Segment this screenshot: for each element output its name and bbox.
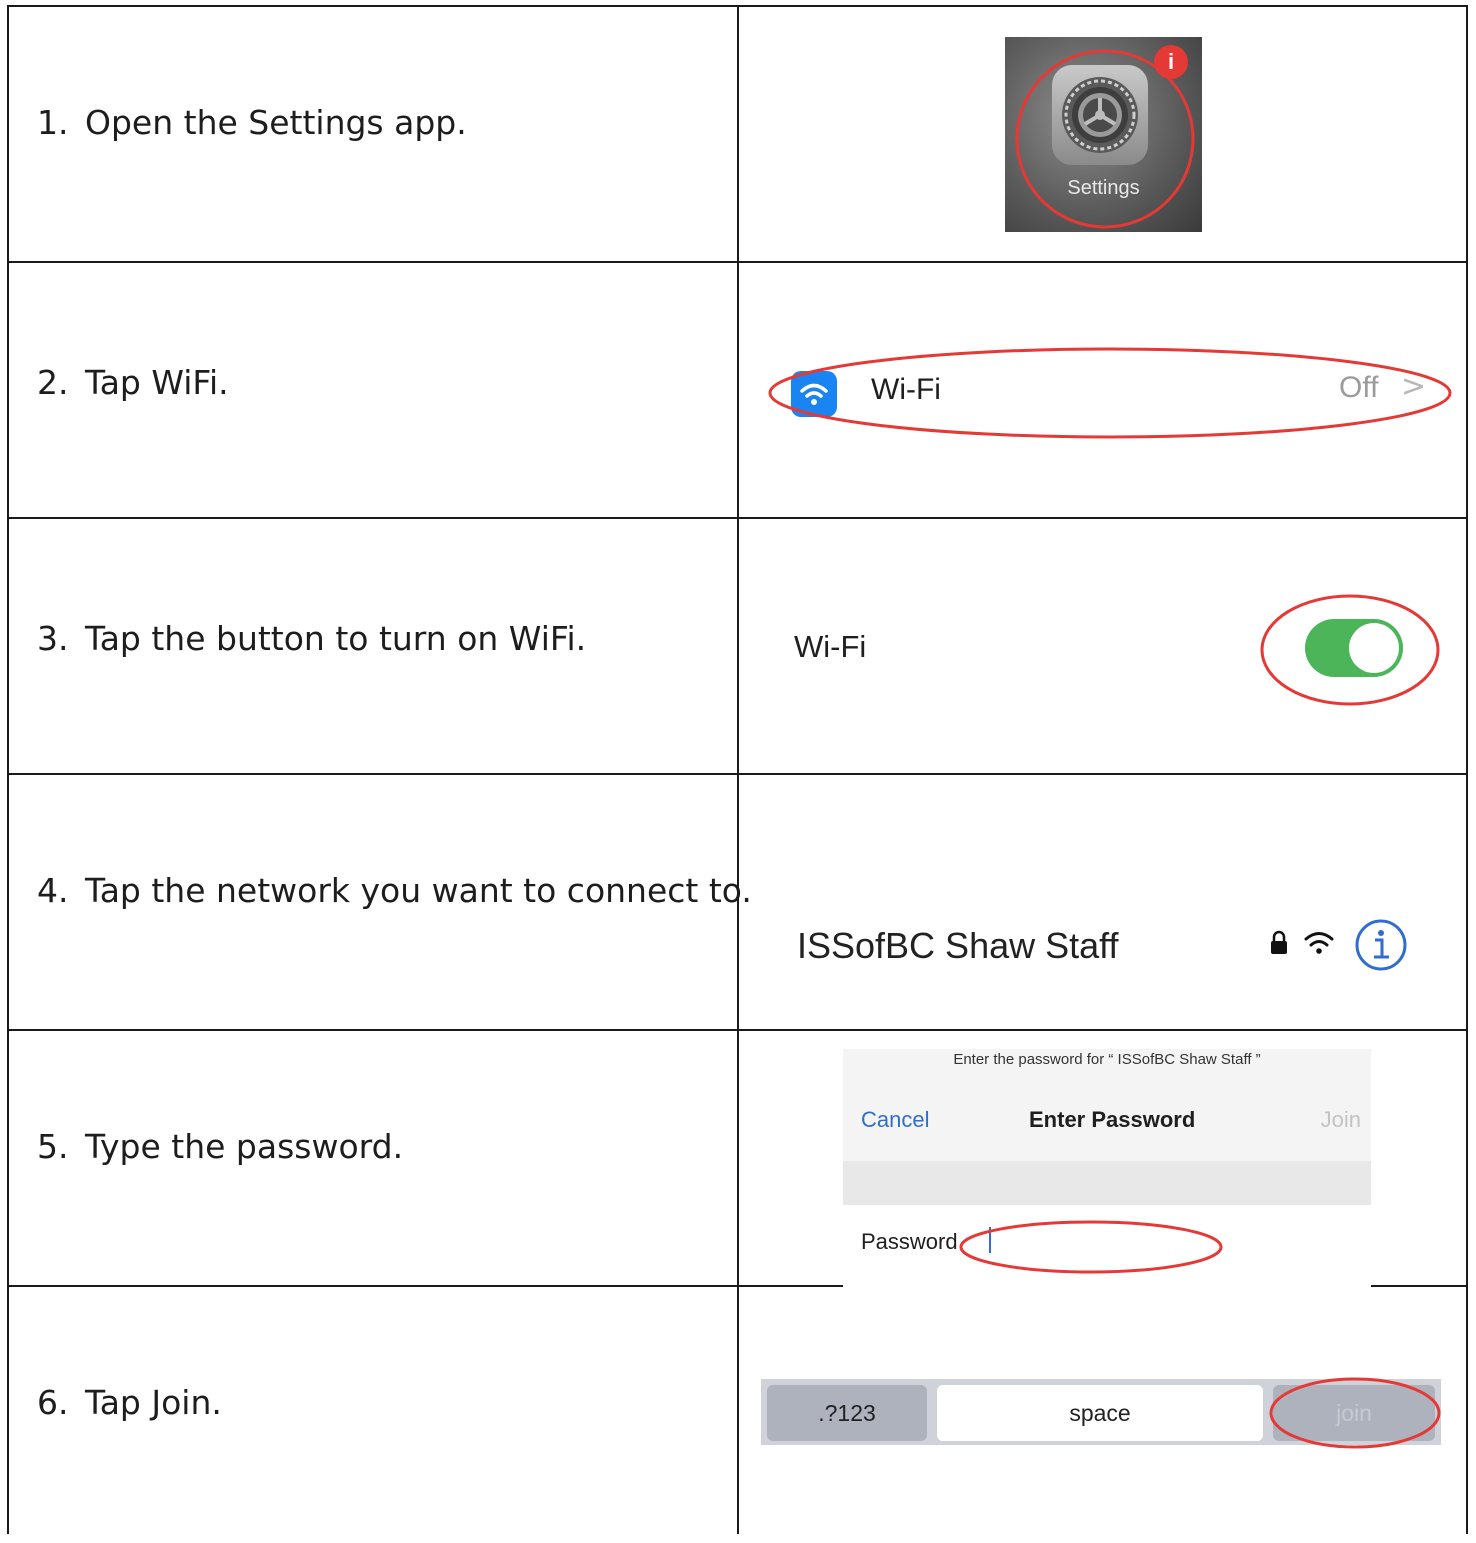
step-number: 2. <box>37 363 69 402</box>
password-dialog-screenshot: Enter the password for “ ISSofBC Shaw St… <box>739 1031 1466 1287</box>
network-status-icons <box>1261 917 1421 973</box>
step-row-6: 6. Tap Join. .?123 space join <box>9 1287 1466 1543</box>
step-number: 3. <box>37 619 69 658</box>
dialog-prompt: Enter the password for “ ISSofBC Shaw St… <box>953 1051 1261 1068</box>
step-instruction: Tap WiFi. <box>85 363 229 402</box>
join-button[interactable]: Join <box>1321 1107 1361 1133</box>
dialog-title: Enter Password <box>1029 1107 1196 1132</box>
info-icon[interactable] <box>1355 919 1407 971</box>
step-number: 6. <box>37 1383 69 1422</box>
step-1-text: 1. Open the Settings app. <box>37 103 467 142</box>
wifi-toggle-screenshot: Wi-Fi <box>739 519 1466 773</box>
password-dialog: Enter the password for “ ISSofBC Shaw St… <box>843 1049 1371 1287</box>
highlight-circle <box>1260 594 1440 706</box>
network-name[interactable]: ISSofBC Shaw Staff <box>797 925 1119 967</box>
step-number: 4. <box>37 871 69 910</box>
keyboard-screenshot: .?123 space join <box>739 1287 1466 1534</box>
step-6-text: 6. Tap Join. <box>37 1383 222 1422</box>
step-instruction: Tap the button to turn on WiFi. <box>85 619 587 658</box>
step-5-text: 5. Type the password. <box>37 1127 403 1166</box>
numbers-key[interactable]: .?123 <box>767 1385 927 1441</box>
step-4-text: 4. Tap the network you want to connect to… <box>37 871 752 910</box>
step-instruction: Type the password. <box>85 1127 404 1166</box>
network-list-screenshot: ISSofBC Shaw Staff <box>739 775 1466 1029</box>
step-row-3: 3. Tap the button to turn on WiFi. Wi-Fi <box>9 519 1466 775</box>
settings-app-screenshot: Settings i <box>1005 37 1202 232</box>
highlight-circle <box>1015 49 1195 229</box>
lock-icon <box>1271 930 1287 954</box>
step-2-text: 2. Tap WiFi. <box>37 363 229 402</box>
highlight-circle <box>959 1220 1223 1274</box>
step-row-4: 4. Tap the network you want to connect to… <box>9 775 1466 1031</box>
step-row-5: 5. Type the password. Enter the password … <box>9 1031 1466 1287</box>
dialog-separator-band <box>843 1161 1371 1205</box>
step-number: 1. <box>37 103 69 142</box>
highlight-circle <box>768 347 1452 439</box>
password-label: Password <box>861 1229 958 1254</box>
space-key[interactable]: space <box>937 1385 1263 1441</box>
highlight-circle <box>1269 1377 1441 1449</box>
step-row-1: 1. Open the Settings app. Settings i <box>9 7 1466 263</box>
step-row-2: 2. Tap WiFi. Wi-Fi Off > <box>9 263 1466 519</box>
step-number: 5. <box>37 1127 69 1166</box>
step-instruction: Tap the network you want to connect to. <box>85 871 752 910</box>
step-instruction: Tap Join. <box>85 1383 222 1422</box>
wifi-toggle-label: Wi-Fi <box>794 629 867 664</box>
instructions-table: 1. Open the Settings app. Settings i 2. … <box>7 5 1468 1534</box>
wifi-icon <box>1304 932 1334 954</box>
cancel-button[interactable]: Cancel <box>861 1107 929 1133</box>
step-3-text: 3. Tap the button to turn on WiFi. <box>37 619 586 658</box>
step-instruction: Open the Settings app. <box>85 103 467 142</box>
